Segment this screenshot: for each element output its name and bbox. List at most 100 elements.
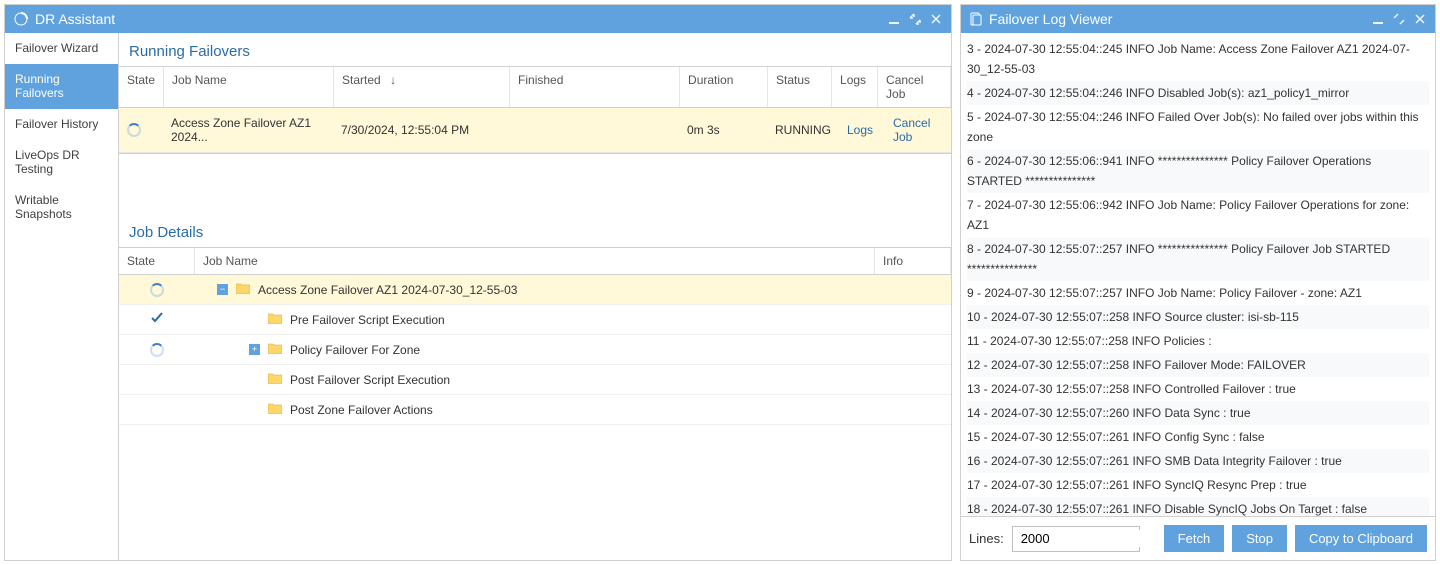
cell-finished [509,126,679,134]
cell-started: 7/30/2024, 12:55:04 PM [333,119,509,141]
logs-link[interactable]: Logs [847,123,873,137]
sort-down-icon: ↓ [390,73,396,87]
lines-label: Lines: [969,531,1004,546]
details-col-state[interactable]: State [119,248,195,274]
dr-assistant-icon [13,11,29,27]
col-duration[interactable]: Duration [680,67,768,107]
log-line: 18 - 2024-07-30 12:55:07::261 INFO Disab… [967,497,1429,516]
tree-info-cell [875,407,951,413]
details-col-info[interactable]: Info [875,248,951,274]
log-title-bar[interactable]: Failover Log Viewer [961,5,1435,33]
log-viewer-icon [969,12,983,26]
log-line: 17 - 2024-07-30 12:55:07::261 INFO SyncI… [967,473,1429,497]
log-line: 5 - 2024-07-30 12:55:04::246 INFO Failed… [967,105,1429,149]
minimize-icon[interactable] [886,10,901,28]
log-line: 3 - 2024-07-30 12:55:04::245 INFO Job Na… [967,37,1429,81]
close-icon[interactable] [928,10,943,28]
log-maximize-icon[interactable] [1391,10,1406,28]
col-started-label: Started [342,73,381,87]
tree-row[interactable]: Pre Failover Script Execution [119,305,951,335]
col-logs[interactable]: Logs [832,67,878,107]
running-failovers-title: Running Failovers [119,33,951,66]
dr-assistant-window: DR Assistant Failover WizardRunning Fail… [4,4,952,561]
dr-window-title: DR Assistant [35,11,880,27]
tree-node-label: Policy Failover For Zone [290,343,420,357]
tree-job-cell: Pre Failover Script Execution [195,309,875,330]
details-col-job[interactable]: Job Name [195,248,875,274]
collapse-icon[interactable]: − [217,284,228,295]
tree-info-cell [875,317,951,323]
running-spinner-icon [127,123,141,137]
log-line: 15 - 2024-07-30 12:55:07::261 INFO Confi… [967,425,1429,449]
copy-clipboard-button[interactable]: Copy to Clipboard [1295,525,1427,552]
cell-job-name: Access Zone Failover AZ1 2024... [163,112,333,148]
cell-duration: 0m 3s [679,119,767,141]
running-spinner-icon [150,283,164,297]
col-job-name[interactable]: Job Name [164,67,334,107]
col-cancel[interactable]: Cancel Job [878,67,951,107]
tree-job-cell: Post Zone Failover Actions [195,399,875,420]
log-footer: Lines: ▲ ▼ Fetch Stop Copy to Clipboard [961,516,1435,560]
log-line: 7 - 2024-07-30 12:55:06::942 INFO Job Na… [967,193,1429,237]
cancel-job-link[interactable]: Cancel Job [893,116,930,144]
tree-job-cell: + Policy Failover For Zone [195,339,875,360]
sidebar-item-liveops-dr-testing[interactable]: LiveOps DR Testing [5,140,118,185]
folder-icon [268,342,282,357]
log-line: 10 - 2024-07-30 12:55:07::258 INFO Sourc… [967,305,1429,329]
sidebar-item-writable-snapshots[interactable]: Writable Snapshots [5,185,118,230]
cell-status: RUNNING [767,119,839,141]
col-started[interactable]: Started ↓ [334,67,510,107]
tree-info-cell [875,287,951,293]
tree-row[interactable]: Post Zone Failover Actions [119,395,951,425]
tree-info-cell [875,377,951,383]
running-grid-header: State Job Name Started ↓ Finished Durati… [119,67,951,108]
expand-icon[interactable]: + [249,344,260,355]
tree-job-cell: − Access Zone Failover AZ1 2024-07-30_12-… [195,279,875,300]
log-window-title: Failover Log Viewer [989,11,1364,27]
log-lines-area[interactable]: 3 - 2024-07-30 12:55:04::245 INFO Job Na… [961,33,1435,516]
sidebar-item-failover-history[interactable]: Failover History [5,109,118,140]
running-row[interactable]: Access Zone Failover AZ1 2024... 7/30/20… [119,108,951,153]
running-failovers-grid: State Job Name Started ↓ Finished Durati… [119,66,951,154]
log-line: 14 - 2024-07-30 12:55:07::260 INFO Data … [967,401,1429,425]
tree-node-label: Access Zone Failover AZ1 2024-07-30_12-5… [258,283,517,297]
log-line: 4 - 2024-07-30 12:55:04::246 INFO Disabl… [967,81,1429,105]
folder-icon [268,312,282,327]
col-state[interactable]: State [119,67,164,107]
tree-state-cell [119,311,195,328]
tree-state-cell [119,343,195,357]
log-line: 13 - 2024-07-30 12:55:07::258 INFO Contr… [967,377,1429,401]
job-details-grid: State Job Name Info − Access Zone Failove… [119,247,951,425]
stop-button[interactable]: Stop [1232,525,1287,552]
dr-sidebar: Failover WizardRunning FailoversFailover… [5,33,119,560]
fetch-button[interactable]: Fetch [1164,525,1225,552]
col-status[interactable]: Status [768,67,832,107]
log-line: 12 - 2024-07-30 12:55:07::258 INFO Failo… [967,353,1429,377]
log-line: 9 - 2024-07-30 12:55:07::257 INFO Job Na… [967,281,1429,305]
log-viewer-window: Failover Log Viewer 3 - 2024-07-30 12:55… [960,4,1436,561]
log-line: 16 - 2024-07-30 12:55:07::261 INFO SMB D… [967,449,1429,473]
tree-node-label: Post Zone Failover Actions [290,403,433,417]
sidebar-item-running-failovers[interactable]: Running Failovers [5,64,118,109]
tree-job-cell: Post Failover Script Execution [195,369,875,390]
tree-row[interactable]: + Policy Failover For Zone [119,335,951,365]
log-line: 11 - 2024-07-30 12:55:07::258 INFO Polic… [967,329,1429,353]
log-close-icon[interactable] [1412,10,1427,28]
log-minimize-icon[interactable] [1370,10,1385,28]
check-icon [150,311,164,328]
sidebar-item-failover-wizard[interactable]: Failover Wizard [5,33,118,64]
col-finished[interactable]: Finished [510,67,680,107]
dr-title-bar[interactable]: DR Assistant [5,5,951,33]
tree-node-label: Post Failover Script Execution [290,373,450,387]
lines-input[interactable]: ▲ ▼ [1012,526,1140,552]
tree-row[interactable]: − Access Zone Failover AZ1 2024-07-30_12-… [119,275,951,305]
folder-icon [268,372,282,387]
running-spinner-icon [150,343,164,357]
log-line: 6 - 2024-07-30 12:55:06::941 INFO ******… [967,149,1429,193]
maximize-icon[interactable] [907,10,922,28]
folder-icon [236,282,250,297]
job-details-title: Job Details [119,214,951,247]
tree-row[interactable]: Post Failover Script Execution [119,365,951,395]
tree-node-label: Pre Failover Script Execution [290,313,445,327]
tree-state-cell [119,283,195,297]
